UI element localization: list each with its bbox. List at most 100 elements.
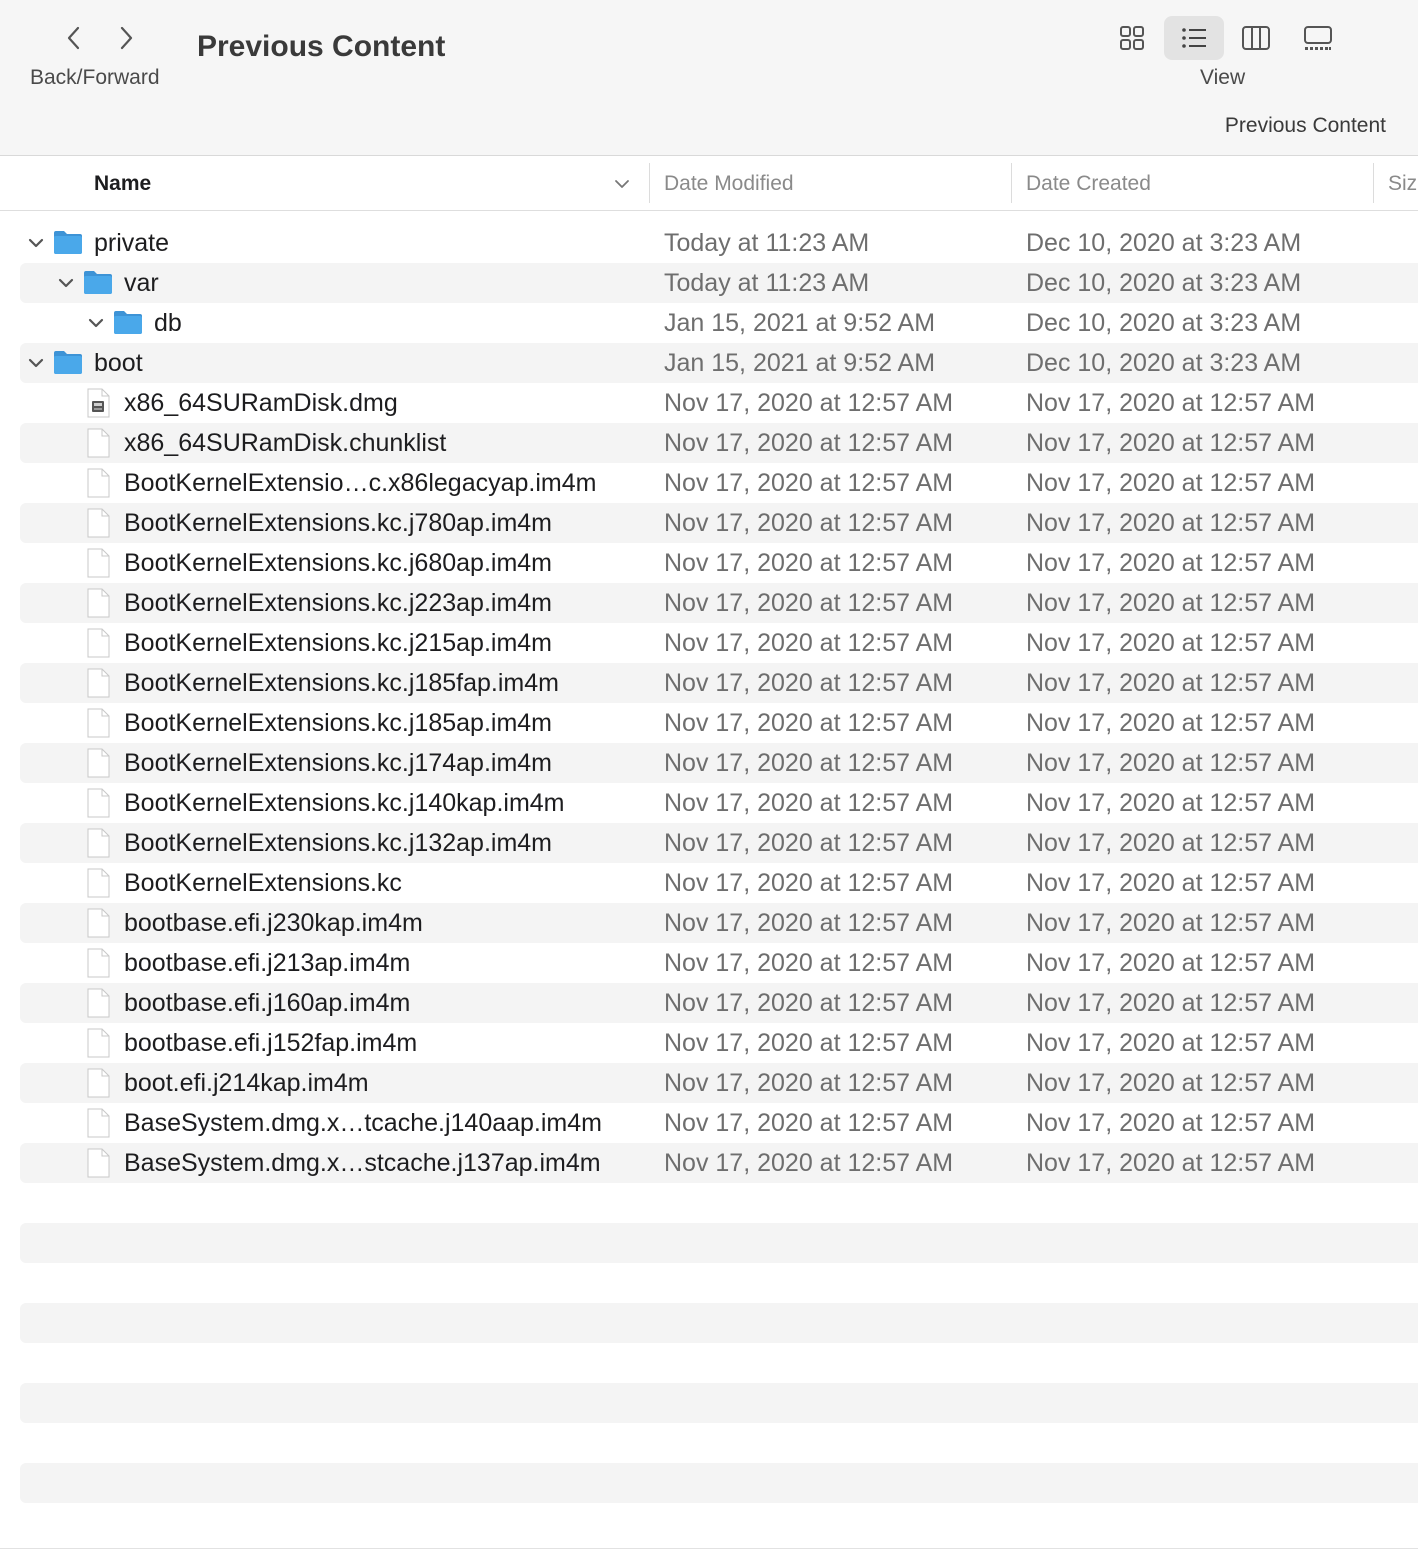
list-item[interactable]: bootbase.efi.j160ap.im4m Nov 17, 2020 at … bbox=[0, 983, 1418, 1023]
date-modified: Nov 17, 2020 at 12:57 AM bbox=[664, 429, 954, 457]
document-icon bbox=[85, 788, 111, 823]
list-item[interactable]: boot.efi.j214kap.im4m Nov 17, 2020 at 12:… bbox=[0, 1063, 1418, 1103]
list-item[interactable]: bootbase.efi.j213ap.im4m Nov 17, 2020 at … bbox=[0, 943, 1418, 983]
date-created: Nov 17, 2020 at 12:57 AM bbox=[1026, 789, 1316, 817]
list-item[interactable]: BootKernelExtensions.kc.j223ap.im4m Nov 1… bbox=[0, 583, 1418, 623]
empty-row bbox=[0, 1343, 1418, 1383]
date-created: Nov 17, 2020 at 12:57 AM bbox=[1026, 909, 1316, 937]
forward-button[interactable] bbox=[106, 18, 146, 58]
date-created: Nov 17, 2020 at 12:57 AM bbox=[1026, 829, 1316, 857]
date-modified: Nov 17, 2020 at 12:57 AM bbox=[664, 949, 954, 977]
list-item[interactable]: db Jan 15, 2021 at 9:52 AM Dec 10, 2020 at… bbox=[0, 303, 1418, 343]
file-name: BootKernelExtensions.kc.j215ap.im4m bbox=[124, 629, 553, 657]
disclosure-chevron-down-icon[interactable] bbox=[56, 273, 76, 293]
folder-icon bbox=[82, 268, 114, 301]
file-name: x86_64SURamDisk.dmg bbox=[124, 389, 398, 417]
date-modified: Jan 15, 2021 at 9:52 AM bbox=[664, 349, 936, 377]
list-item[interactable]: BaseSystem.dmg.x…stcache.j137ap.im4m Nov … bbox=[0, 1143, 1418, 1183]
date-created-column-header[interactable]: Date Created bbox=[1026, 157, 1151, 210]
document-icon bbox=[85, 588, 111, 623]
list-icon bbox=[1182, 28, 1206, 48]
date-modified: Nov 17, 2020 at 12:57 AM bbox=[664, 589, 954, 617]
list-item[interactable]: BootKernelExtensions.kc.j185fap.im4m Nov … bbox=[0, 663, 1418, 703]
column-separator[interactable] bbox=[649, 163, 650, 203]
document-icon bbox=[85, 508, 111, 543]
list-item[interactable]: BaseSystem.dmg.x…tcache.j140aap.im4m Nov … bbox=[0, 1103, 1418, 1143]
document-icon bbox=[85, 988, 111, 1023]
column-separator[interactable] bbox=[1011, 163, 1012, 203]
back-forward-label: Back/Forward bbox=[30, 66, 160, 89]
disclosure-chevron-down-icon[interactable] bbox=[86, 313, 106, 333]
file-list: private Today at 11:23 AM Dec 10, 2020 at … bbox=[0, 223, 1418, 1503]
disclosure-chevron-down-icon[interactable] bbox=[26, 233, 46, 253]
window-title: Previous Content bbox=[197, 30, 446, 63]
date-modified: Nov 17, 2020 at 12:57 AM bbox=[664, 549, 954, 577]
date-created: Nov 17, 2020 at 12:57 AM bbox=[1026, 989, 1316, 1017]
file-name: boot bbox=[94, 349, 143, 377]
date-modified: Today at 11:23 AM bbox=[664, 229, 870, 257]
date-modified-column-header[interactable]: Date Modified bbox=[664, 157, 794, 210]
list-item[interactable]: BootKernelExtensions.kc Nov 17, 2020 at 1… bbox=[0, 863, 1418, 903]
folder-icon bbox=[112, 308, 144, 341]
document-icon bbox=[85, 948, 111, 983]
document-icon bbox=[85, 828, 111, 863]
list-item[interactable]: boot Jan 15, 2021 at 9:52 AM Dec 10, 2020 … bbox=[0, 343, 1418, 383]
empty-row bbox=[0, 1223, 1418, 1263]
date-modified: Nov 17, 2020 at 12:57 AM bbox=[664, 669, 954, 697]
document-icon bbox=[85, 1148, 111, 1183]
name-column-header[interactable]: Name bbox=[94, 157, 151, 210]
file-name: var bbox=[124, 269, 159, 297]
chevron-right-icon bbox=[120, 26, 133, 50]
empty-row bbox=[0, 1423, 1418, 1463]
gallery-view-button[interactable] bbox=[1288, 16, 1348, 60]
file-name: BootKernelExtensions.kc.j185ap.im4m bbox=[124, 709, 553, 737]
date-modified: Nov 17, 2020 at 12:57 AM bbox=[664, 1109, 954, 1137]
disclosure-chevron-down-icon[interactable] bbox=[26, 353, 46, 373]
column-separator[interactable] bbox=[1373, 163, 1374, 203]
date-created: Nov 17, 2020 at 12:57 AM bbox=[1026, 629, 1316, 657]
date-created: Nov 17, 2020 at 12:57 AM bbox=[1026, 509, 1316, 537]
date-modified: Nov 17, 2020 at 12:57 AM bbox=[664, 789, 954, 817]
list-item[interactable]: BootKernelExtensions.kc.j185ap.im4m Nov 1… bbox=[0, 703, 1418, 743]
date-created: Nov 17, 2020 at 12:57 AM bbox=[1026, 429, 1316, 457]
file-name: private bbox=[94, 229, 170, 257]
empty-row bbox=[0, 1183, 1418, 1223]
size-column-header[interactable]: Siz bbox=[1388, 157, 1417, 210]
list-view-button[interactable] bbox=[1164, 16, 1224, 60]
date-created: Nov 17, 2020 at 12:57 AM bbox=[1026, 1109, 1316, 1137]
file-name: bootbase.efi.j160ap.im4m bbox=[124, 989, 411, 1017]
date-modified: Nov 17, 2020 at 12:57 AM bbox=[664, 989, 954, 1017]
file-name: boot.efi.j214kap.im4m bbox=[124, 1069, 369, 1097]
list-item[interactable]: bootbase.efi.j152fap.im4m Nov 17, 2020 at… bbox=[0, 1023, 1418, 1063]
date-created: Nov 17, 2020 at 12:57 AM bbox=[1026, 469, 1316, 497]
list-item[interactable]: bootbase.efi.j230kap.im4m Nov 17, 2020 at… bbox=[0, 903, 1418, 943]
list-item[interactable]: private Today at 11:23 AM Dec 10, 2020 at … bbox=[0, 223, 1418, 263]
date-created: Nov 17, 2020 at 12:57 AM bbox=[1026, 749, 1316, 777]
icon-view-button[interactable] bbox=[1102, 16, 1162, 60]
file-name: BootKernelExtensio…c.x86legacyap.im4m bbox=[124, 469, 597, 497]
list-item[interactable]: BootKernelExtensions.kc.j215ap.im4m Nov 1… bbox=[0, 623, 1418, 663]
date-modified: Nov 17, 2020 at 12:57 AM bbox=[664, 509, 954, 537]
list-item[interactable]: BootKernelExtensions.kc.j174ap.im4m Nov 1… bbox=[0, 743, 1418, 783]
list-item[interactable]: BootKernelExtensions.kc.j132ap.im4m Nov 1… bbox=[0, 823, 1418, 863]
file-name: BootKernelExtensions.kc.j140kap.im4m bbox=[124, 789, 565, 817]
date-modified: Nov 17, 2020 at 12:57 AM bbox=[664, 869, 954, 897]
sort-chevron-down-icon[interactable] bbox=[612, 175, 632, 193]
list-item[interactable]: var Today at 11:23 AM Dec 10, 2020 at 3:23… bbox=[0, 263, 1418, 303]
document-icon bbox=[85, 468, 111, 503]
file-name: BootKernelExtensions.kc.j174ap.im4m bbox=[124, 749, 553, 777]
list-item[interactable]: x86_64SURamDisk.chunklist Nov 17, 2020 at… bbox=[0, 423, 1418, 463]
list-item[interactable]: BootKernelExtensions.kc.j780ap.im4m Nov 1… bbox=[0, 503, 1418, 543]
document-icon bbox=[85, 1108, 111, 1143]
back-button[interactable] bbox=[54, 18, 94, 58]
column-view-button[interactable] bbox=[1226, 16, 1286, 60]
date-created: Dec 10, 2020 at 3:23 AM bbox=[1026, 269, 1302, 297]
list-item[interactable]: BootKernelExtensio…c.x86legacyap.im4m Nov… bbox=[0, 463, 1418, 503]
gallery-icon bbox=[1304, 26, 1332, 50]
list-item[interactable]: x86_64SURamDisk.dmg Nov 17, 2020 at 12:57… bbox=[0, 383, 1418, 423]
date-modified: Nov 17, 2020 at 12:57 AM bbox=[664, 829, 954, 857]
list-item[interactable]: BootKernelExtensions.kc.j680ap.im4m Nov 1… bbox=[0, 543, 1418, 583]
list-item[interactable]: BootKernelExtensions.kc.j140kap.im4m Nov … bbox=[0, 783, 1418, 823]
chevron-left-icon bbox=[67, 26, 80, 50]
date-created: Nov 17, 2020 at 12:57 AM bbox=[1026, 869, 1316, 897]
